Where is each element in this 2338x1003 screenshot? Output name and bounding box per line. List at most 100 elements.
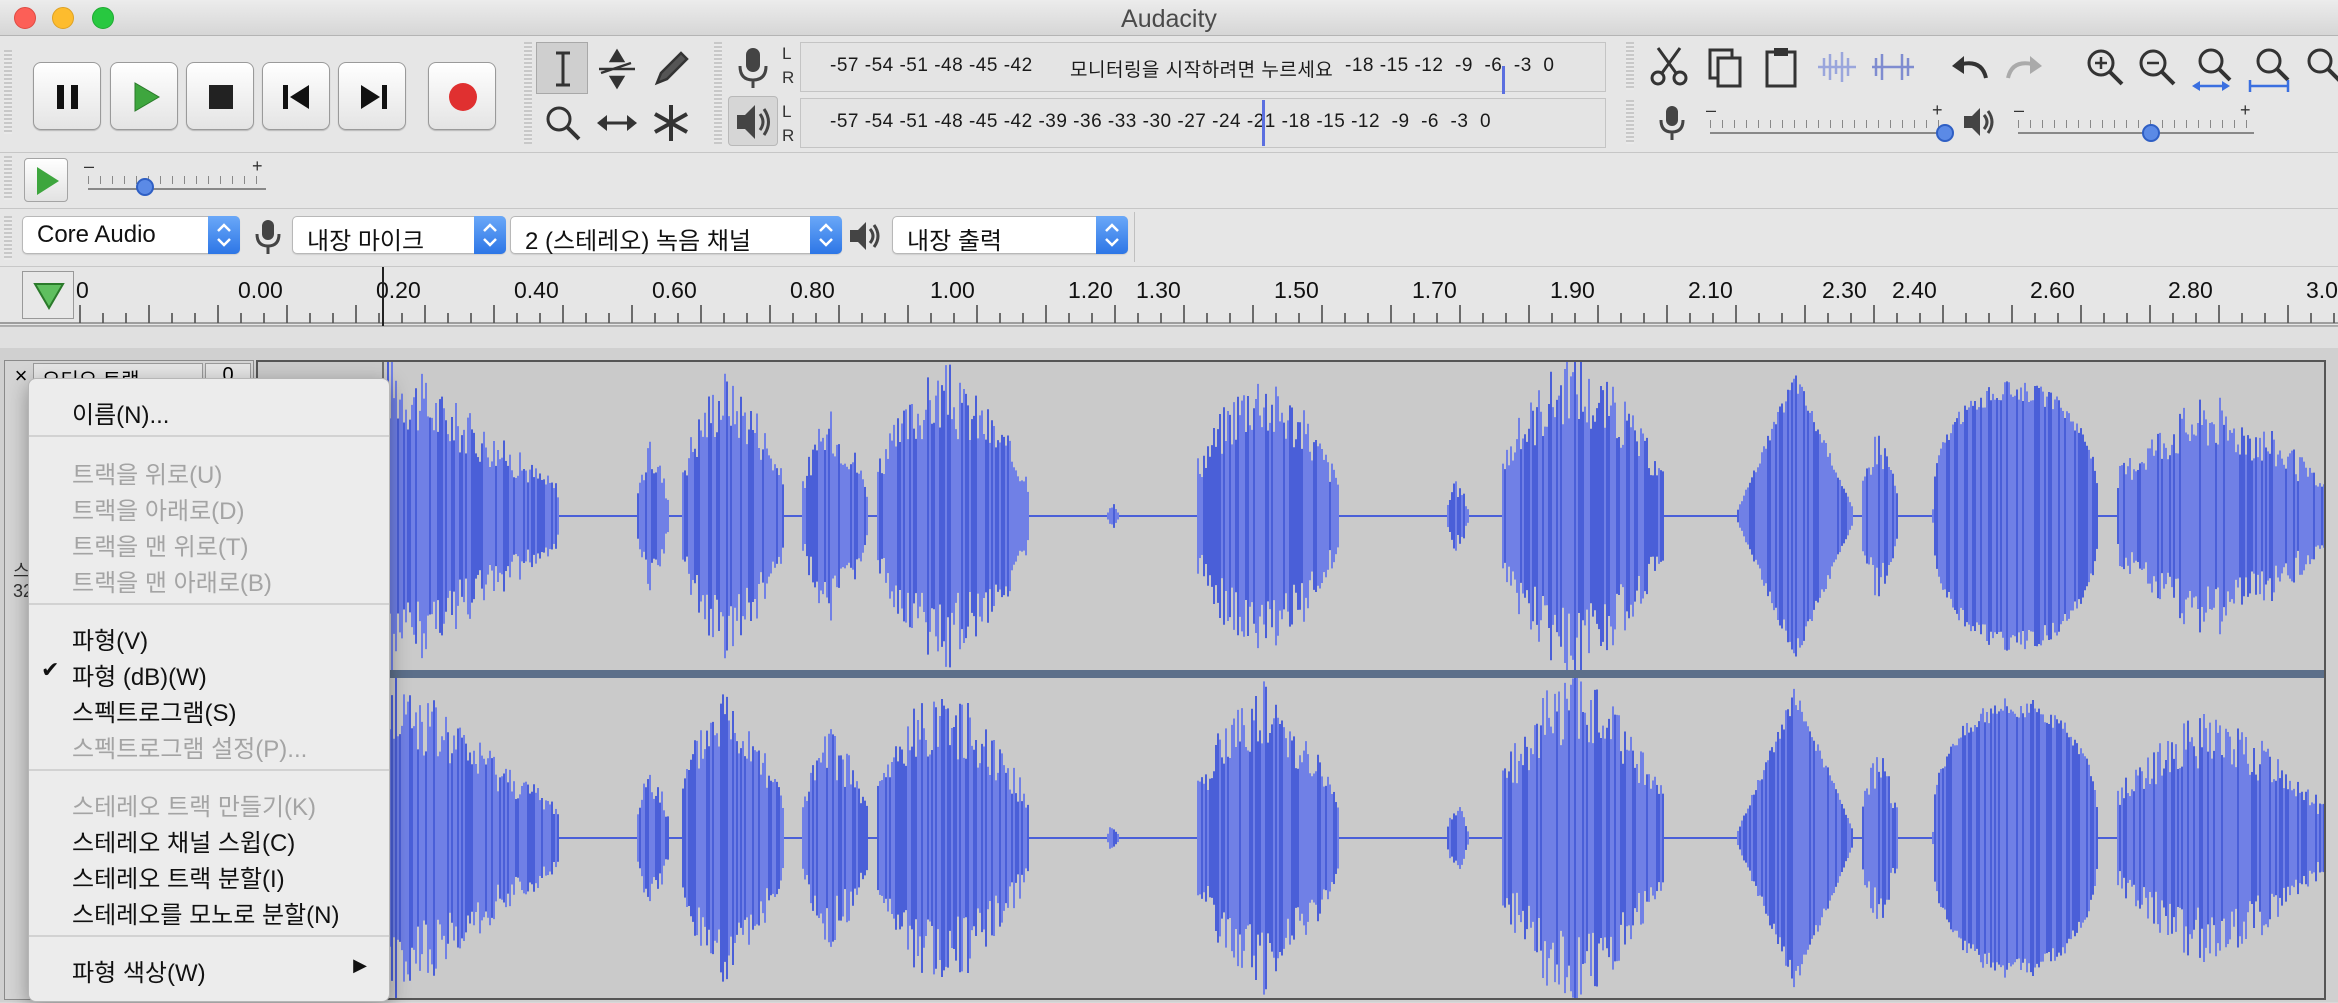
left-waveform [258,353,2325,679]
play-at-speed-button[interactable] [24,158,68,202]
timeline-ruler[interactable]: 0 0.00 0.20 0.40 0.60 0.80 1.00 1.20 1.30 1.50 1.7… [0,266,2338,327]
chevron-updown-icon [208,216,240,254]
multi-tool[interactable] [644,96,696,148]
time-shift-tool[interactable] [590,96,642,148]
menu-item-1[interactable]: 이름(N)... [29,395,389,429]
toolbar-divider [0,152,2338,153]
audio-host-select[interactable]: Core Audio [22,216,240,254]
record-meter-prompt[interactable]: 모니터링을 시작하려면 누르세요 [1070,55,1333,82]
toolbar-grip[interactable] [1626,100,1634,144]
playback-volume-knob[interactable] [2142,124,2160,142]
toolbar-grip[interactable] [524,42,532,144]
selection-tool[interactable] [536,42,588,94]
stop-icon [209,85,233,109]
speaker-icon [1964,108,1994,136]
copy-button[interactable] [1700,42,1750,92]
record-button[interactable] [428,62,496,130]
toolbar-grip[interactable] [4,156,12,200]
menu-item-14[interactable]: 파형 색상(W) ▶ [29,953,389,987]
track-context-menu: 이름(N)... 트랙을 위로(U) 트랙을 아래로(D) 트랙을 맨 위로(T) 트랙… [28,378,390,1002]
chevron-updown-icon [810,216,842,254]
timeline-label: 1.50 [1274,277,1319,303]
zoom-out-button[interactable] [2132,42,2182,92]
skip-to-start-button[interactable] [262,62,330,130]
pause-button[interactable] [33,62,101,130]
stop-button[interactable] [186,62,254,130]
playback-meter-button[interactable] [728,96,778,146]
timeline-label: 1.30 [1136,277,1181,303]
recording-volume-slider[interactable] [1710,132,1946,134]
speaker-icon [737,105,770,139]
window-title: Audacity [1121,5,1217,33]
menu-item-label: 이름(N)... [72,402,170,429]
track-area-header [0,326,2338,348]
zoom-tool[interactable] [536,96,588,148]
envelope-tool[interactable] [590,42,642,94]
undo-button[interactable] [1944,42,1994,92]
channel-divider[interactable] [258,670,2324,678]
record-meter-right-label: R [782,68,795,87]
record-meter-scale-right: -18 -15 -12 -9 -6 -3 0 [1345,55,1555,76]
menu-item-11[interactable]: 스테레오 채널 스윕(C) [29,823,389,857]
record-meter-button[interactable] [728,42,778,92]
zoom-fit-icon [2248,48,2290,92]
recording-device-select[interactable]: 내장 마이크 [292,216,506,255]
menu-item-13[interactable]: 스테레오를 모노로 분할(N) [29,895,389,929]
silence-button[interactable] [1868,42,1918,92]
playhead-line[interactable] [382,267,384,327]
toolbar-grip[interactable] [4,50,12,134]
playback-volume-slider[interactable] [2018,132,2254,134]
recording-channels-select[interactable]: 2 (스테레오) 녹음 채널 [510,216,842,255]
waveform-panel[interactable] [256,353,2326,1003]
draw-tool[interactable] [644,42,696,94]
undo-icon [1952,56,1988,79]
magnifier-icon [546,106,581,141]
menu-item-8[interactable]: 스펙트로그램(S) [29,693,389,727]
envelope-icon [599,48,635,90]
record-icon [449,83,477,111]
skip-start-icon [283,85,309,109]
playback-volume-icon-wrap [1960,102,2000,142]
timeline-label: 0.00 [238,277,283,303]
timeline-label: 1.20 [1068,277,1113,303]
zoom-toggle-button[interactable] [2298,42,2338,92]
playback-device-select[interactable]: 내장 출력 [892,216,1128,255]
zoom-in-button[interactable] [2080,42,2130,92]
skip-end-icon [361,85,387,109]
menu-item-6[interactable]: 파형(V) [29,621,389,655]
menu-item-label: 스테레오 트랙 분할(I) [72,866,285,893]
redo-button[interactable] [2000,42,2050,92]
menu-item-5: 트랙을 맨 아래로(B) [29,563,389,597]
speed-slider[interactable] [88,188,266,190]
fit-project-button[interactable] [2244,42,2294,92]
trim-button[interactable] [1812,42,1862,92]
menu-separator [29,435,389,437]
clipboard-icon [1765,48,1797,88]
speaker-icon [850,222,880,250]
record-meter-peak-marker [1502,66,1505,94]
skip-to-end-button[interactable] [338,62,406,130]
menu-separator [29,769,389,771]
redo-icon [2006,56,2042,79]
cut-button[interactable] [1644,42,1694,92]
recording-volume-knob[interactable] [1936,124,1954,142]
menu-item-12[interactable]: 스테레오 트랙 분할(I) [29,859,389,893]
trim-audio-icon [1818,52,1856,82]
menu-item-3: 트랙을 아래로(D) [29,491,389,525]
timeline-label: 1.00 [930,277,975,303]
paste-button[interactable] [1756,42,1806,92]
left-channel[interactable] [258,353,2325,679]
toolbar-grip[interactable] [1626,42,1634,90]
menu-item-label: 트랙을 맨 아래로(B) [72,570,272,597]
right-channel[interactable] [258,671,2325,1003]
play-button[interactable] [110,62,178,130]
speed-slider-knob[interactable] [136,178,154,196]
menu-item-7[interactable]: 파형 (dB)(W) ✔ [29,657,389,691]
recording-volume-max-label: + [1932,100,1943,120]
toolbar-grip[interactable] [714,42,722,144]
menu-item-label: 스펙트로그램(S) [72,700,237,727]
zoom-toggle-icon [2307,48,2338,82]
toolbar-grip[interactable] [4,216,12,260]
title-bar: Audacity [0,0,2338,36]
fit-selection-button[interactable] [2190,42,2240,92]
